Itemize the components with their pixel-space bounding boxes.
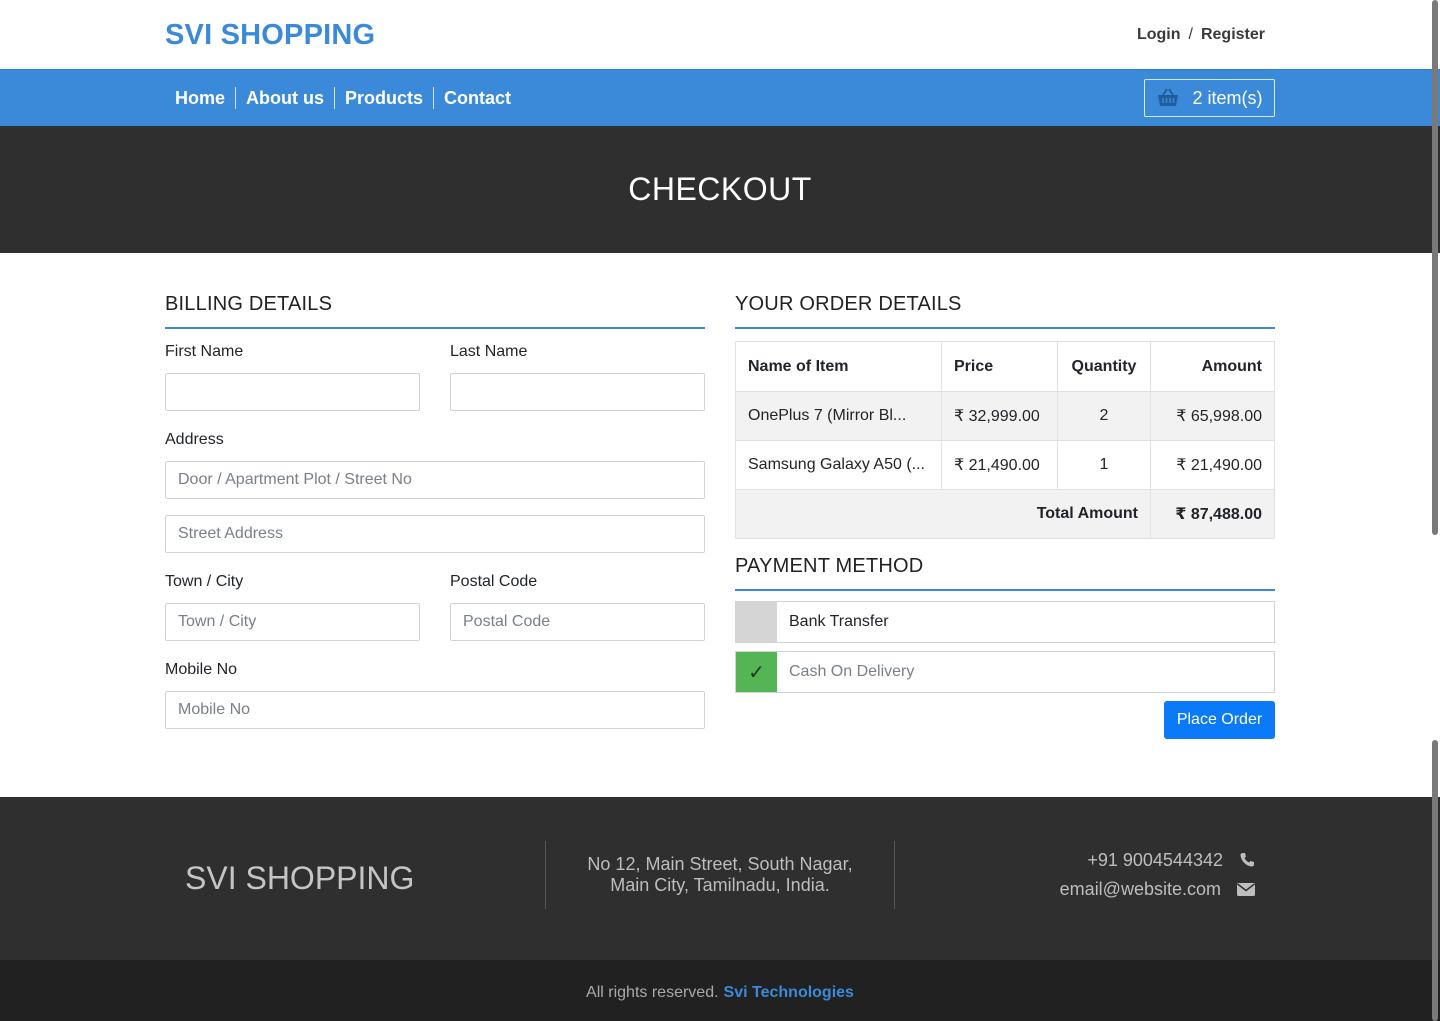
total-row: Total Amount ₹ 87,488.00: [735, 489, 1275, 539]
order-section: YOUR ORDER DETAILS Name of Item Price Qu…: [735, 293, 1275, 739]
column-header-item: Name of Item: [735, 341, 942, 392]
cart-button[interactable]: 2 item(s): [1144, 79, 1275, 117]
payment-title: PAYMENT METHOD: [735, 555, 1275, 591]
total-label: Total Amount: [735, 489, 1151, 539]
cart-count: 2 item(s): [1192, 87, 1263, 108]
item-quantity: 2: [1057, 391, 1151, 441]
bank-transfer-checkbox[interactable]: [736, 602, 777, 642]
auth-links: Login / Register: [1137, 26, 1265, 44]
bank-transfer-label: Bank Transfer: [789, 613, 889, 630]
city-input[interactable]: [165, 603, 420, 641]
nav-about-us[interactable]: About us: [235, 87, 334, 109]
mobile-input[interactable]: [165, 691, 705, 729]
table-row: OnePlus 7 (Mirror Bl... ₹ 32,999.00 2 ₹ …: [735, 391, 1275, 441]
copyright-bar: All rights reserved. Svi Technologies: [0, 960, 1440, 1021]
address-label: Address: [165, 431, 224, 448]
main-navbar: Home About us Products Contact 2 item(s): [0, 70, 1440, 126]
postal-code-input[interactable]: [450, 603, 705, 641]
address-line1: No 12, Main Street, South Nagar,: [587, 853, 853, 874]
table-row: Samsung Galaxy A50 (... ₹ 21,490.00 1 ₹ …: [735, 440, 1275, 490]
cash-on-delivery-checkbox[interactable]: ✓: [736, 652, 777, 692]
mobile-label: Mobile No: [165, 661, 238, 678]
place-order-button[interactable]: Place Order: [1164, 701, 1275, 739]
basket-icon: [1158, 88, 1179, 106]
page-scrollbar[interactable]: [1430, 0, 1440, 1021]
item-name: OnePlus 7 (Mirror Bl...: [735, 391, 942, 441]
last-name-input[interactable]: [450, 373, 705, 411]
cash-on-delivery-label: Cash On Delivery: [789, 663, 915, 680]
first-name-label: First Name: [165, 343, 244, 360]
envelope-icon: [1237, 883, 1255, 896]
total-value: ₹ 87,488.00: [1150, 489, 1275, 539]
column-header-price: Price: [941, 341, 1058, 392]
postal-code-label: Postal Code: [450, 573, 538, 590]
nav-menu: Home About us Products Contact: [165, 87, 521, 109]
item-price: ₹ 21,490.00: [941, 440, 1058, 490]
register-link[interactable]: Register: [1201, 26, 1265, 43]
footer-email[interactable]: email@website.com: [1060, 879, 1221, 900]
auth-separator: /: [1188, 26, 1193, 43]
page-title: CHECKOUT: [628, 171, 812, 207]
payment-option-bank-transfer[interactable]: Bank Transfer: [735, 601, 1275, 643]
order-table: Name of Item Price Quantity Amount OnePl…: [735, 341, 1275, 539]
scrollbar-thumb[interactable]: [1432, 0, 1438, 535]
phone-icon: [1240, 853, 1254, 867]
login-link[interactable]: Login: [1137, 26, 1181, 43]
nav-home[interactable]: Home: [165, 87, 235, 109]
page-banner: CHECKOUT: [0, 126, 1440, 253]
nav-products[interactable]: Products: [334, 87, 433, 109]
last-name-label: Last Name: [450, 343, 528, 360]
item-quantity: 1: [1057, 440, 1151, 490]
table-header-row: Name of Item Price Quantity Amount: [735, 341, 1275, 392]
column-header-amount: Amount: [1150, 341, 1275, 392]
billing-title: BILLING DETAILS: [165, 293, 705, 329]
footer-contact: +91 9004544342 email@website.com: [895, 846, 1275, 904]
item-amount: ₹ 21,490.00: [1150, 440, 1275, 490]
first-name-input[interactable]: [165, 373, 420, 411]
checkmark-icon: ✓: [748, 661, 765, 684]
city-label: Town / City: [165, 573, 244, 590]
column-header-quantity: Quantity: [1057, 341, 1151, 392]
item-price: ₹ 32,999.00: [941, 391, 1058, 441]
item-name: Samsung Galaxy A50 (...: [735, 440, 942, 490]
address-line2-input[interactable]: [165, 515, 705, 553]
billing-section: BILLING DETAILS First Name Last Name Add…: [165, 293, 705, 729]
copyright-text: All rights reserved.: [586, 983, 719, 1001]
address-line2: Main City, Tamilnadu, India.: [610, 874, 830, 895]
top-header: SVI SHOPPING Login / Register: [0, 0, 1440, 70]
brand-logo[interactable]: SVI SHOPPING: [165, 19, 375, 52]
checkout-main: BILLING DETAILS First Name Last Name Add…: [165, 253, 1275, 797]
order-title: YOUR ORDER DETAILS: [735, 293, 1275, 329]
footer: SVI SHOPPING No 12, Main Street, South N…: [0, 797, 1440, 960]
company-link[interactable]: Svi Technologies: [724, 984, 854, 1002]
payment-option-cash-on-delivery[interactable]: ✓ Cash On Delivery: [735, 651, 1275, 693]
item-amount: ₹ 65,998.00: [1150, 391, 1275, 441]
footer-brand: SVI SHOPPING: [185, 860, 415, 896]
footer-phone[interactable]: +91 9004544342: [1087, 850, 1223, 871]
address-line1-input[interactable]: [165, 461, 705, 499]
scrollbar-thumb-lower[interactable]: [1432, 740, 1438, 1021]
nav-contact[interactable]: Contact: [433, 87, 521, 109]
footer-address: No 12, Main Street, South Nagar, Main Ci…: [545, 840, 895, 909]
